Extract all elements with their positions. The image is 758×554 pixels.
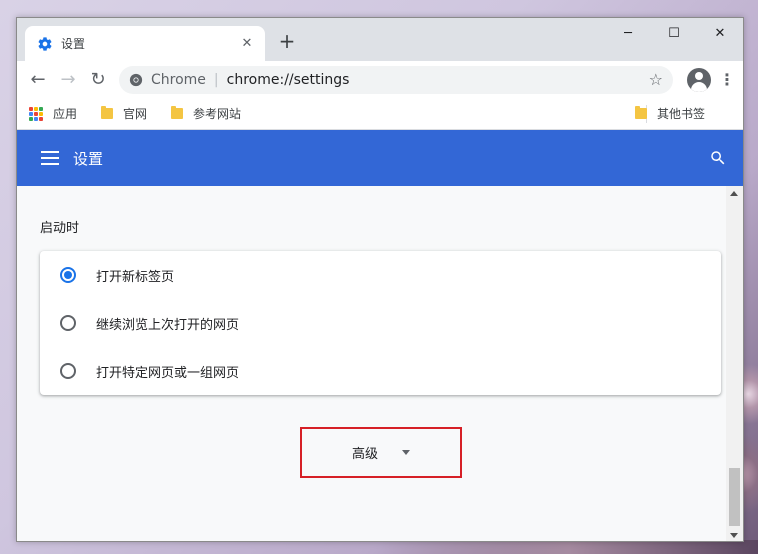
page-title: 设置 — [73, 149, 104, 168]
settings-header: 设置 — [17, 130, 743, 186]
star-icon[interactable]: ☆ — [649, 70, 663, 89]
radio-label: 继续浏览上次打开的网页 — [96, 317, 240, 333]
hamburger-menu-icon[interactable] — [41, 151, 59, 165]
browser-window: 设置 ✕ + ─ ☐ ✕ ← → ↻ Chrome | chrome://set… — [16, 17, 744, 542]
browser-toolbar: ← → ↻ Chrome | chrome://settings ☆ ⋮ — [17, 61, 743, 98]
address-origin: Chrome — [151, 71, 206, 88]
startup-option-new-tab[interactable]: 打开新标签页 — [40, 251, 721, 299]
bookmark-apps[interactable]: 应用 — [29, 105, 77, 122]
address-separator: | — [213, 71, 219, 88]
settings-content: 启动时 打开新标签页 继续浏览上次打开的网页 打开特定网页或一组网页 高级 — [17, 186, 743, 541]
bookmark-folder-reference[interactable]: 参考网站 — [171, 105, 241, 122]
tab-strip: 设置 ✕ + ─ ☐ ✕ — [17, 18, 743, 61]
advanced-label: 高级 — [351, 447, 378, 462]
chrome-site-icon — [129, 73, 143, 86]
scroll-thumb[interactable] — [729, 468, 740, 526]
vertical-scrollbar[interactable] — [726, 186, 743, 541]
radio-label: 打开特定网页或一组网页 — [96, 365, 240, 381]
back-button[interactable]: ← — [23, 65, 53, 95]
folder-icon — [634, 106, 647, 119]
apps-grid-icon — [29, 106, 43, 121]
minimize-button[interactable]: ─ — [605, 18, 651, 48]
tab-settings[interactable]: 设置 ✕ — [25, 26, 265, 61]
address-bar[interactable]: Chrome | chrome://settings ☆ — [119, 65, 673, 94]
scroll-up-arrow-icon[interactable] — [730, 191, 738, 196]
window-controls: ─ ☐ ✕ — [605, 18, 743, 48]
bookmark-folder-other[interactable]: 其他书签 — [634, 105, 705, 122]
startup-options-card: 打开新标签页 继续浏览上次打开的网页 打开特定网页或一组网页 — [40, 251, 721, 395]
forward-button[interactable]: → — [53, 65, 83, 95]
reload-button[interactable]: ↻ — [83, 65, 113, 95]
profile-avatar-icon[interactable] — [687, 67, 711, 92]
more-menu-icon[interactable]: ⋮ — [717, 70, 737, 89]
caret-down-icon — [402, 450, 410, 455]
bookmark-label: 官网 — [123, 107, 148, 121]
radio-button[interactable] — [60, 315, 76, 331]
tab-title: 设置 — [61, 37, 86, 51]
startup-option-specific-pages[interactable]: 打开特定网页或一组网页 — [40, 347, 721, 395]
bookmark-label: 应用 — [53, 107, 78, 121]
radio-button[interactable] — [60, 363, 76, 379]
section-title-startup: 启动时 — [40, 221, 80, 236]
desktop-wallpaper-bottom — [380, 540, 758, 554]
bookmarks-bar: 应用 官网 参考网站 其他书签 — [17, 98, 743, 130]
scroll-down-arrow-icon[interactable] — [730, 533, 738, 538]
maximize-button[interactable]: ☐ — [651, 18, 697, 48]
startup-option-continue[interactable]: 继续浏览上次打开的网页 — [40, 299, 721, 347]
bookmark-label: 其他书签 — [656, 107, 705, 121]
advanced-button[interactable]: 高级 — [300, 427, 462, 478]
gear-icon — [38, 36, 52, 51]
address-url: chrome://settings — [226, 71, 350, 88]
bookmark-label: 参考网站 — [193, 107, 242, 121]
radio-label: 打开新标签页 — [96, 269, 175, 285]
close-window-button[interactable]: ✕ — [697, 18, 743, 48]
new-tab-button[interactable]: + — [277, 31, 297, 52]
radio-button[interactable] — [60, 267, 76, 283]
tab-close-icon[interactable]: ✕ — [239, 36, 255, 51]
folder-icon — [101, 106, 114, 119]
folder-icon — [171, 106, 184, 119]
bookmark-folder-official[interactable]: 官网 — [101, 105, 147, 122]
search-icon[interactable] — [709, 149, 727, 167]
